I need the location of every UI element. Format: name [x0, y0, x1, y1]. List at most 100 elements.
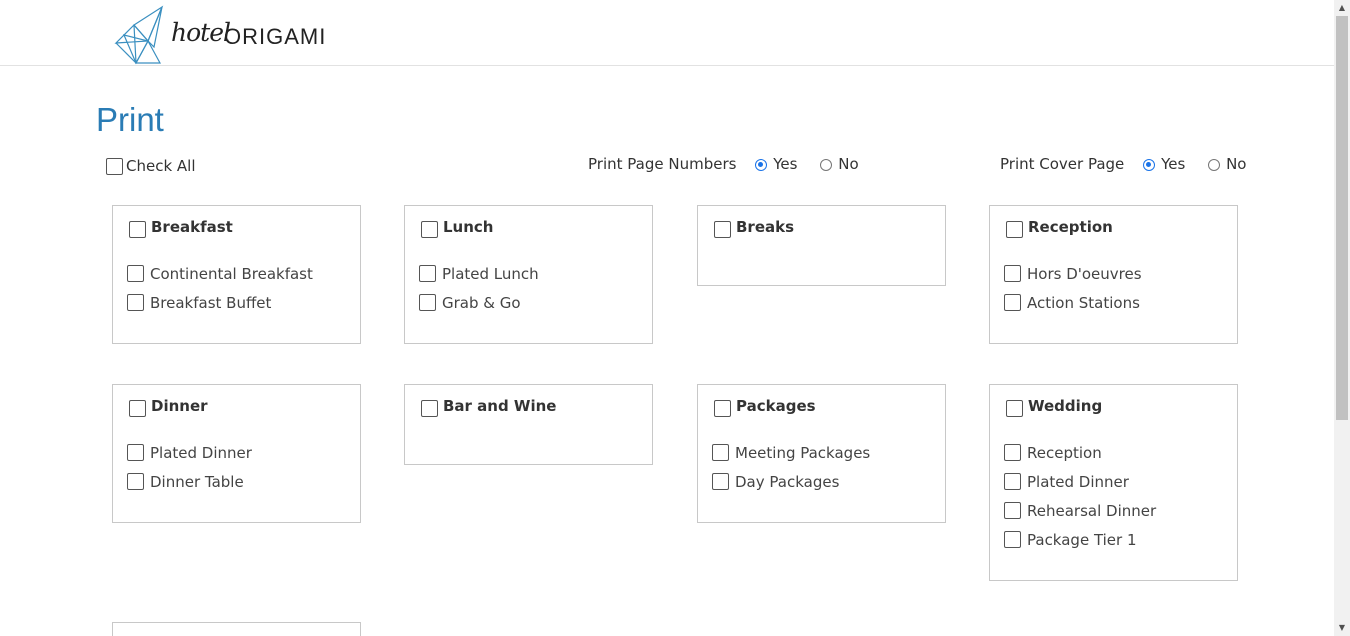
scroll-thumb[interactable]	[1336, 16, 1348, 420]
print-page-numbers-group: Print Page Numbers Yes No	[588, 155, 877, 173]
item-label: Hors D'oeuvres	[1027, 265, 1142, 283]
section-checkbox[interactable]	[714, 400, 731, 417]
item-checkbox[interactable]	[1004, 444, 1021, 461]
list-item[interactable]: Continental Breakfast	[127, 265, 313, 294]
section-title: Breaks	[736, 218, 795, 236]
item-checkbox[interactable]	[127, 444, 144, 461]
section-checkbox[interactable]	[129, 221, 146, 238]
section-title: Reception	[1028, 218, 1113, 236]
site-header: hotel ORIGAMI	[0, 0, 1334, 66]
item-label: Rehearsal Dinner	[1027, 502, 1157, 520]
list-item[interactable]: Hors D'oeuvres	[1004, 265, 1142, 294]
section-header[interactable]: Dinner	[129, 397, 208, 417]
item-checkbox[interactable]	[712, 444, 729, 461]
item-checkbox[interactable]	[127, 473, 144, 490]
list-item[interactable]: Grab & Go	[419, 294, 539, 323]
section-card-bar-and-wine: Bar and Wine	[404, 384, 653, 465]
item-checkbox[interactable]	[1004, 531, 1021, 548]
item-checkbox[interactable]	[127, 265, 144, 282]
section-item-list: Meeting Packages Day Packages	[712, 444, 870, 502]
list-item[interactable]: Day Packages	[712, 473, 870, 502]
item-label: Breakfast Buffet	[150, 294, 272, 312]
item-label: Meeting Packages	[735, 444, 871, 462]
section-header[interactable]: Bar and Wine	[421, 397, 557, 417]
logo-main-text: ORIGAMI	[224, 24, 327, 49]
item-label: Continental Breakfast	[150, 265, 313, 283]
vertical-scrollbar[interactable]: ▲ ▼	[1334, 0, 1350, 636]
section-title: Bar and Wine	[443, 397, 557, 415]
print-page-numbers-no-label: No	[838, 155, 859, 173]
print-cover-page-label: Print Cover Page	[1000, 155, 1125, 173]
item-label: Package Tier 1	[1027, 531, 1137, 549]
section-card-breakfast: Breakfast Continental Breakfast Breakfas…	[112, 205, 361, 344]
item-checkbox[interactable]	[419, 294, 436, 311]
section-header[interactable]: Reception	[1006, 218, 1113, 238]
list-item[interactable]: Dinner Table	[127, 473, 252, 502]
list-item[interactable]: Package Tier 1	[1004, 531, 1156, 560]
list-item[interactable]: Plated Lunch	[419, 265, 539, 294]
section-checkbox[interactable]	[421, 221, 438, 238]
hotel-origami-logo[interactable]: hotel ORIGAMI	[114, 5, 354, 65]
section-checkbox[interactable]	[129, 400, 146, 417]
check-all-label: Check All	[126, 157, 196, 175]
list-item[interactable]: Meeting Packages	[712, 444, 870, 473]
section-card-breaks: Breaks	[697, 205, 946, 286]
section-title: Lunch	[443, 218, 494, 236]
section-checkbox[interactable]	[421, 400, 438, 417]
print-cover-page-yes-radio[interactable]	[1143, 158, 1156, 171]
check-all-option[interactable]: Check All	[106, 157, 196, 175]
print-page-numbers-yes-radio[interactable]	[755, 158, 768, 171]
section-title: Dinner	[151, 397, 208, 415]
logo-script-text: hotel	[171, 18, 231, 47]
section-checkbox[interactable]	[1006, 221, 1023, 238]
section-title: Packages	[736, 397, 816, 415]
section-header[interactable]: Breaks	[714, 218, 795, 238]
item-label: Day Packages	[735, 473, 840, 491]
section-checkbox[interactable]	[1006, 400, 1023, 417]
item-label: Dinner Table	[150, 473, 244, 491]
section-title: Wedding	[1028, 397, 1103, 415]
section-item-list: Hors D'oeuvres Action Stations	[1004, 265, 1142, 323]
print-cover-page-no-radio[interactable]	[1208, 158, 1221, 171]
section-checkbox[interactable]	[714, 221, 731, 238]
section-card-reception: Reception Hors D'oeuvres Action Stations	[989, 205, 1238, 344]
print-page-numbers-label: Print Page Numbers	[588, 155, 737, 173]
list-item[interactable]: Plated Dinner	[1004, 473, 1156, 502]
scroll-down-arrow-icon[interactable]: ▼	[1334, 620, 1350, 636]
item-checkbox[interactable]	[1004, 473, 1021, 490]
item-checkbox[interactable]	[127, 294, 144, 311]
print-page-numbers-no-radio[interactable]	[820, 158, 833, 171]
list-item[interactable]: Rehearsal Dinner	[1004, 502, 1156, 531]
section-header[interactable]: Packages	[714, 397, 816, 417]
item-checkbox[interactable]	[419, 265, 436, 282]
section-header[interactable]: Breakfast	[129, 218, 233, 238]
item-checkbox[interactable]	[1004, 294, 1021, 311]
list-item[interactable]: Action Stations	[1004, 294, 1142, 323]
item-checkbox[interactable]	[712, 473, 729, 490]
section-card-lunch: Lunch Plated Lunch Grab & Go	[404, 205, 653, 344]
print-cover-page-yes-label: Yes	[1161, 155, 1186, 173]
scroll-up-arrow-icon[interactable]: ▲	[1334, 0, 1350, 16]
section-card-packages: Packages Meeting Packages Day Packages	[697, 384, 946, 523]
check-all-checkbox[interactable]	[106, 158, 123, 175]
section-card-dinner: Dinner Plated Dinner Dinner Table	[112, 384, 361, 523]
section-header[interactable]: Lunch	[421, 218, 494, 238]
page-title: Print	[96, 101, 164, 138]
list-item[interactable]: Reception	[1004, 444, 1156, 473]
section-item-list: Plated Lunch Grab & Go	[419, 265, 539, 323]
print-cover-page-no-label: No	[1226, 155, 1247, 173]
section-header[interactable]: Wedding	[1006, 397, 1103, 417]
item-checkbox[interactable]	[1004, 502, 1021, 519]
item-label: Plated Lunch	[442, 265, 539, 283]
item-label: Plated Dinner	[1027, 473, 1129, 491]
item-label: Reception	[1027, 444, 1102, 462]
list-item[interactable]: Breakfast Buffet	[127, 294, 313, 323]
item-label: Grab & Go	[442, 294, 521, 312]
print-page-numbers-yes-label: Yes	[773, 155, 798, 173]
section-item-list: Reception Plated Dinner Rehearsal Dinner…	[1004, 444, 1156, 560]
item-label: Plated Dinner	[150, 444, 252, 462]
item-checkbox[interactable]	[1004, 265, 1021, 282]
section-card-wedding: Wedding Reception Plated Dinner Rehearsa…	[989, 384, 1238, 581]
list-item[interactable]: Plated Dinner	[127, 444, 252, 473]
section-card-partial	[112, 622, 361, 636]
